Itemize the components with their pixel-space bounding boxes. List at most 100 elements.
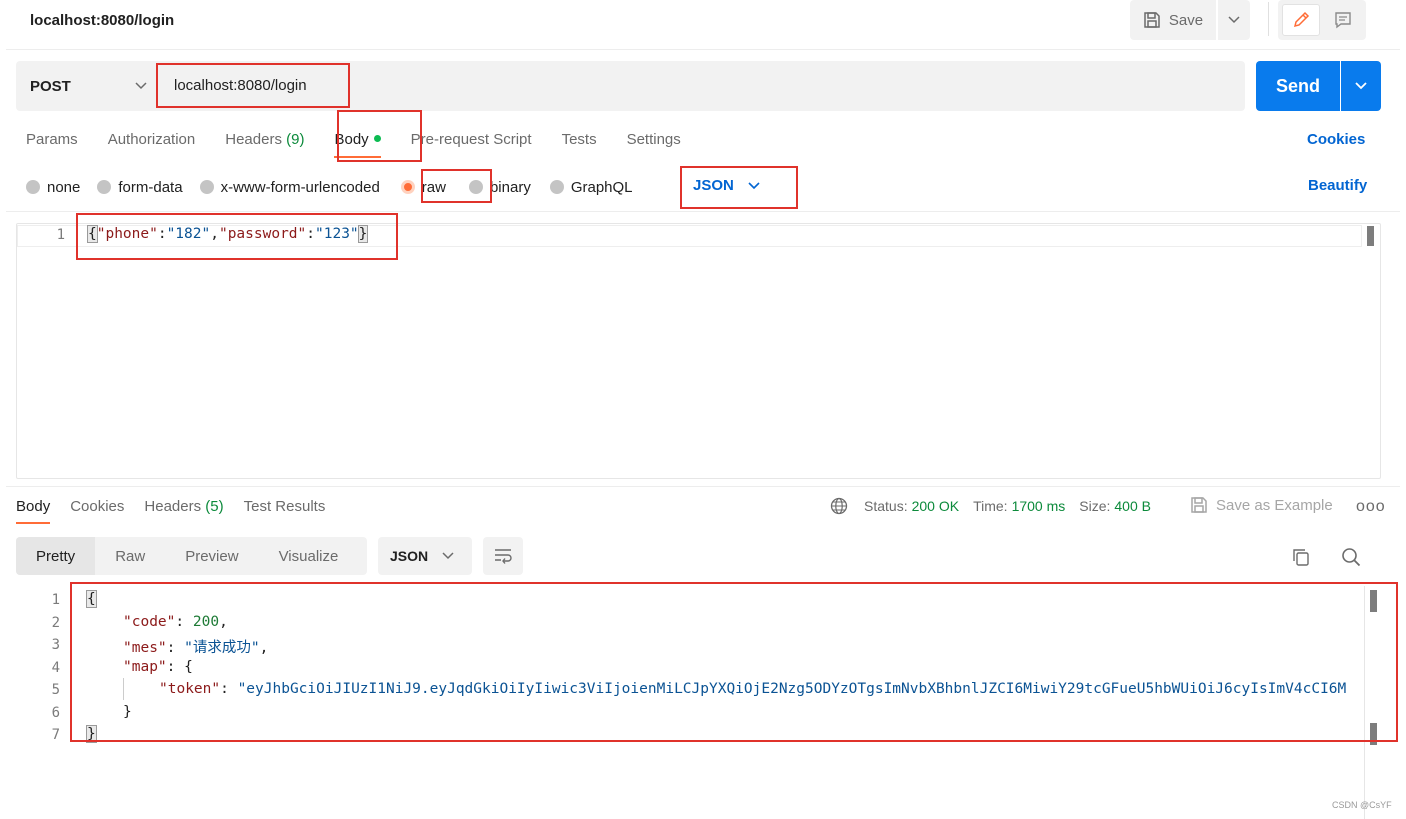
request-body-editor[interactable]: 1 {"phone":"182","password":"123"} (16, 223, 1381, 479)
language-select[interactable]: JSON (693, 177, 760, 194)
radio-dot (199, 180, 214, 194)
tab-pre-request-script[interactable]: Pre-request Script (411, 128, 532, 156)
tab-tests[interactable]: Tests (562, 128, 597, 156)
line-number: 1 (51, 592, 60, 608)
wrap-lines-icon (495, 549, 512, 564)
send-options-button[interactable] (1341, 61, 1381, 111)
toolbar-divider (1268, 2, 1269, 36)
response-scrollbar-thumb[interactable] (1370, 723, 1377, 745)
radio-label: x-www-form-urlencoded (220, 178, 380, 196)
more-options-icon[interactable]: ooo (1356, 498, 1386, 516)
view-tab-visualize[interactable]: Visualize (259, 537, 359, 575)
radio-label: none (47, 178, 81, 196)
request-tabs: Params Authorization Headers (9) Body Pr… (26, 128, 711, 158)
size-value[interactable]: 400 B (1114, 498, 1151, 514)
save-icon (1191, 497, 1207, 513)
response-format-select[interactable]: JSON (378, 537, 472, 575)
response-tabs: Body Cookies Headers (5) Test Results (16, 496, 345, 526)
radio-binary[interactable]: binary (468, 179, 531, 196)
response-tab-body[interactable]: Body (16, 496, 51, 524)
view-mode-toggle (1278, 0, 1366, 40)
response-tab-cookies[interactable]: Cookies (70, 496, 124, 524)
copy-icon[interactable] (1291, 547, 1311, 567)
comments-button[interactable] (1324, 4, 1362, 36)
request-tab-title[interactable]: localhost:8080/login (30, 12, 174, 29)
radio-graphql[interactable]: GraphQL (549, 179, 633, 196)
response-tab-test-results[interactable]: Test Results (244, 496, 326, 524)
tab-body-label: Body (334, 131, 369, 148)
brace: { (184, 659, 193, 675)
beautify-link[interactable]: Beautify (1308, 177, 1367, 194)
url-input[interactable]: localhost:8080/login (174, 77, 307, 94)
comment-icon (1335, 12, 1351, 29)
method-value: POST (30, 77, 71, 95)
response-body-viewer[interactable]: 1 2 3 4 5 6 7 { "code": 200, "mes": "请求成… (16, 588, 1400, 819)
save-group: Save (1130, 0, 1250, 40)
edit-mode-button[interactable] (1282, 4, 1320, 36)
chevron-down-icon (135, 82, 147, 90)
cookies-link[interactable]: Cookies (1307, 131, 1365, 148)
save-as-example-label: Save as Example (1216, 496, 1333, 514)
headers-count: (9) (286, 131, 305, 148)
brace: { (86, 590, 97, 608)
tab-authorization[interactable]: Authorization (108, 128, 196, 156)
json-value: "eyJhbGciOiJIUzI1NiJ9.eyJqdGkiOiIyIiwic3… (237, 681, 1347, 697)
search-icon[interactable] (1341, 547, 1361, 567)
tab-body[interactable]: Body (334, 128, 381, 158)
view-tab-preview[interactable]: Preview (165, 537, 258, 575)
json-key: "token" (159, 681, 221, 697)
status-value[interactable]: 200 OK (912, 498, 959, 514)
json-comma: , (259, 640, 269, 656)
radio-raw[interactable]: raw (400, 178, 446, 196)
tab-params[interactable]: Params (26, 128, 78, 156)
time-label: Time: (973, 498, 1008, 514)
pencil-icon (1293, 11, 1310, 28)
save-as-example-button[interactable]: Save as Example (1190, 496, 1333, 514)
indent-guide (123, 678, 124, 700)
view-tab-pretty[interactable]: Pretty (16, 537, 96, 575)
json-value: 200 (192, 614, 220, 630)
response-line-7: } (86, 725, 97, 743)
tab-settings[interactable]: Settings (627, 128, 681, 156)
view-tab-raw[interactable]: Raw (95, 537, 165, 575)
save-button[interactable]: Save (1130, 0, 1216, 40)
response-tab-headers-label: Headers (144, 498, 202, 515)
size-label: Size: (1079, 498, 1111, 514)
json-colon: : (157, 226, 167, 242)
body-type-options: none form-data x-www-form-urlencoded raw… (26, 176, 650, 198)
json-colon: : (306, 226, 316, 242)
response-tab-headers[interactable]: Headers (5) (144, 496, 223, 524)
save-label: Save (1168, 11, 1204, 29)
chevron-down-icon (1228, 16, 1240, 24)
json-colon: : (166, 659, 176, 675)
json-value: "182" (166, 226, 211, 242)
line-number: 5 (51, 682, 60, 698)
radio-dot (468, 180, 483, 194)
globe-icon[interactable] (830, 497, 848, 515)
json-colon: : (175, 614, 185, 630)
save-options-button[interactable] (1218, 0, 1250, 40)
radio-urlencoded[interactable]: x-www-form-urlencoded (199, 178, 380, 196)
radio-dot (26, 180, 40, 194)
wrap-lines-button[interactable] (483, 537, 523, 575)
body-indicator-dot (373, 135, 381, 142)
send-button[interactable]: Send (1256, 61, 1340, 111)
response-status: Status: 200 OK Time: 1700 ms Size: 400 B (830, 497, 1165, 515)
json-key: "phone" (96, 226, 158, 242)
json-key: "map" (123, 659, 167, 675)
response-line-3: "mes": "请求成功", (123, 636, 268, 657)
time-value[interactable]: 1700 ms (1012, 498, 1066, 514)
tab-headers[interactable]: Headers (9) (225, 128, 304, 156)
response-divider (6, 486, 1400, 487)
radio-none[interactable]: none (26, 179, 80, 196)
status-label: Status: (864, 498, 908, 514)
editor-scrollbar[interactable] (1367, 226, 1374, 246)
tab-headers-label: Headers (225, 131, 282, 148)
radio-label: raw (421, 178, 446, 196)
watermark: CSDN @CsYF (1332, 800, 1392, 810)
response-scrollbar-thumb[interactable] (1370, 590, 1377, 612)
language-value: JSON (693, 177, 734, 194)
radio-label: form-data (118, 178, 183, 196)
json-key: "mes" (123, 640, 167, 656)
radio-form-data[interactable]: form-data (97, 178, 183, 196)
